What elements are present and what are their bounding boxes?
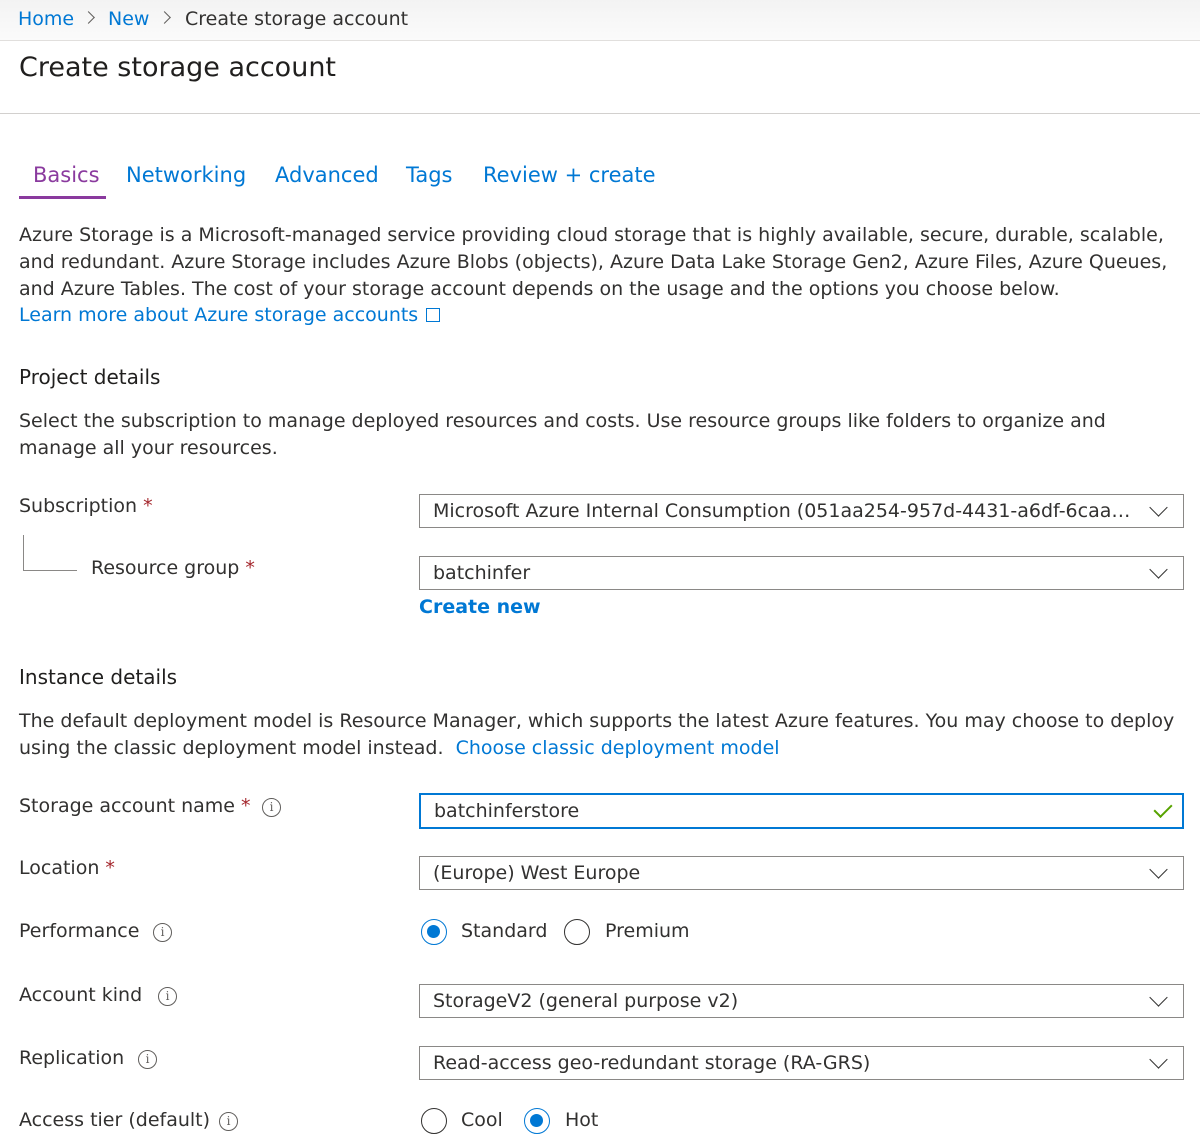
access-tier-cool-label[interactable]: Cool [461,1109,503,1131]
replication-value: Read-access geo-redundant storage (RA-GR… [433,1052,871,1074]
chevron-down-icon [1149,1050,1168,1069]
intro-text: Azure Storage is a Microsoft-managed ser… [19,224,1168,300]
resource-group-dropdown[interactable]: batchinfer [419,556,1184,590]
performance-standard-label[interactable]: Standard [461,920,547,942]
subscription-dropdown[interactable]: Microsoft Azure Internal Consumption (05… [419,494,1184,528]
tree-connector [23,535,77,571]
info-icon[interactable]: i [153,923,172,942]
tab-tags[interactable]: Tags [406,163,453,187]
external-link-icon [426,308,441,322]
performance-premium-radio[interactable] [564,919,590,945]
learn-more-label: Learn more about Azure storage accounts [19,304,419,326]
account-kind-label: Account kind [19,984,143,1006]
access-tier-hot-label[interactable]: Hot [565,1109,598,1131]
info-icon[interactable]: i [219,1112,238,1131]
instance-details-description: The default deployment model is Resource… [19,708,1189,762]
checkmark-icon [1153,798,1173,819]
subscription-value: Microsoft Azure Internal Consumption (05… [433,500,1138,522]
account-kind-value: StorageV2 (general purpose v2) [433,990,739,1012]
project-details-heading: Project details [19,365,161,389]
page-title: Create storage account [19,52,337,83]
project-details-description: Select the subscription to manage deploy… [19,410,1106,459]
performance-label: Performance [19,920,140,942]
location-value: (Europe) West Europe [433,862,641,884]
breadcrumb-current: Create storage account [185,8,409,30]
required-marker: * [241,795,251,817]
tab-basics[interactable]: Basics [33,163,100,187]
chevron-down-icon [1149,860,1168,879]
storage-account-name-label-text: Storage account name [19,795,235,817]
title-divider [0,113,1200,114]
chevron-down-icon [1149,498,1168,517]
chevron-right-icon [82,11,95,24]
replication-label: Replication [19,1047,125,1069]
learn-more-link[interactable]: Learn more about Azure storage accounts [19,304,441,326]
chevron-down-icon [1149,988,1168,1007]
location-label: Location * [19,857,115,879]
performance-premium-label[interactable]: Premium [605,920,690,942]
breadcrumb-new[interactable]: New [108,8,149,30]
subscription-label-text: Subscription [19,495,138,517]
tab-advanced[interactable]: Advanced [275,163,379,187]
access-tier-cool-radio[interactable] [421,1108,447,1134]
tab-review-create[interactable]: Review + create [483,163,656,187]
required-marker: * [245,557,255,579]
subscription-label: Subscription * [19,495,153,517]
storage-account-name-value: batchinferstore [434,800,580,822]
location-dropdown[interactable]: (Europe) West Europe [419,856,1184,890]
required-marker: * [105,857,115,879]
access-tier-label: Access tier (default) [19,1109,211,1131]
info-icon[interactable]: i [158,987,177,1006]
performance-standard-radio[interactable] [421,919,447,945]
replication-dropdown[interactable]: Read-access geo-redundant storage (RA-GR… [419,1046,1184,1080]
location-label-text: Location [19,857,100,879]
access-tier-hot-radio[interactable] [524,1108,550,1134]
chevron-right-icon [158,11,171,24]
create-new-link[interactable]: Create new [419,596,541,618]
resource-group-label: Resource group * [91,557,255,579]
info-icon[interactable]: i [138,1050,157,1069]
info-icon[interactable]: i [262,798,281,817]
required-marker: * [143,495,153,517]
chevron-down-icon [1149,560,1168,579]
instance-details-heading: Instance details [19,665,178,689]
account-kind-dropdown[interactable]: StorageV2 (general purpose v2) [419,984,1184,1018]
active-tab-indicator [19,196,106,199]
storage-account-name-label: Storage account name * [19,795,251,817]
breadcrumb-home[interactable]: Home [18,8,74,30]
classic-deployment-link[interactable]: Choose classic deployment model [456,737,780,759]
resource-group-label-text: Resource group [91,557,240,579]
breadcrumb: Home New Create storage account [0,0,1200,41]
tab-networking[interactable]: Networking [126,163,246,187]
resource-group-value: batchinfer [433,562,531,584]
storage-account-name-input[interactable]: batchinferstore [419,793,1184,829]
